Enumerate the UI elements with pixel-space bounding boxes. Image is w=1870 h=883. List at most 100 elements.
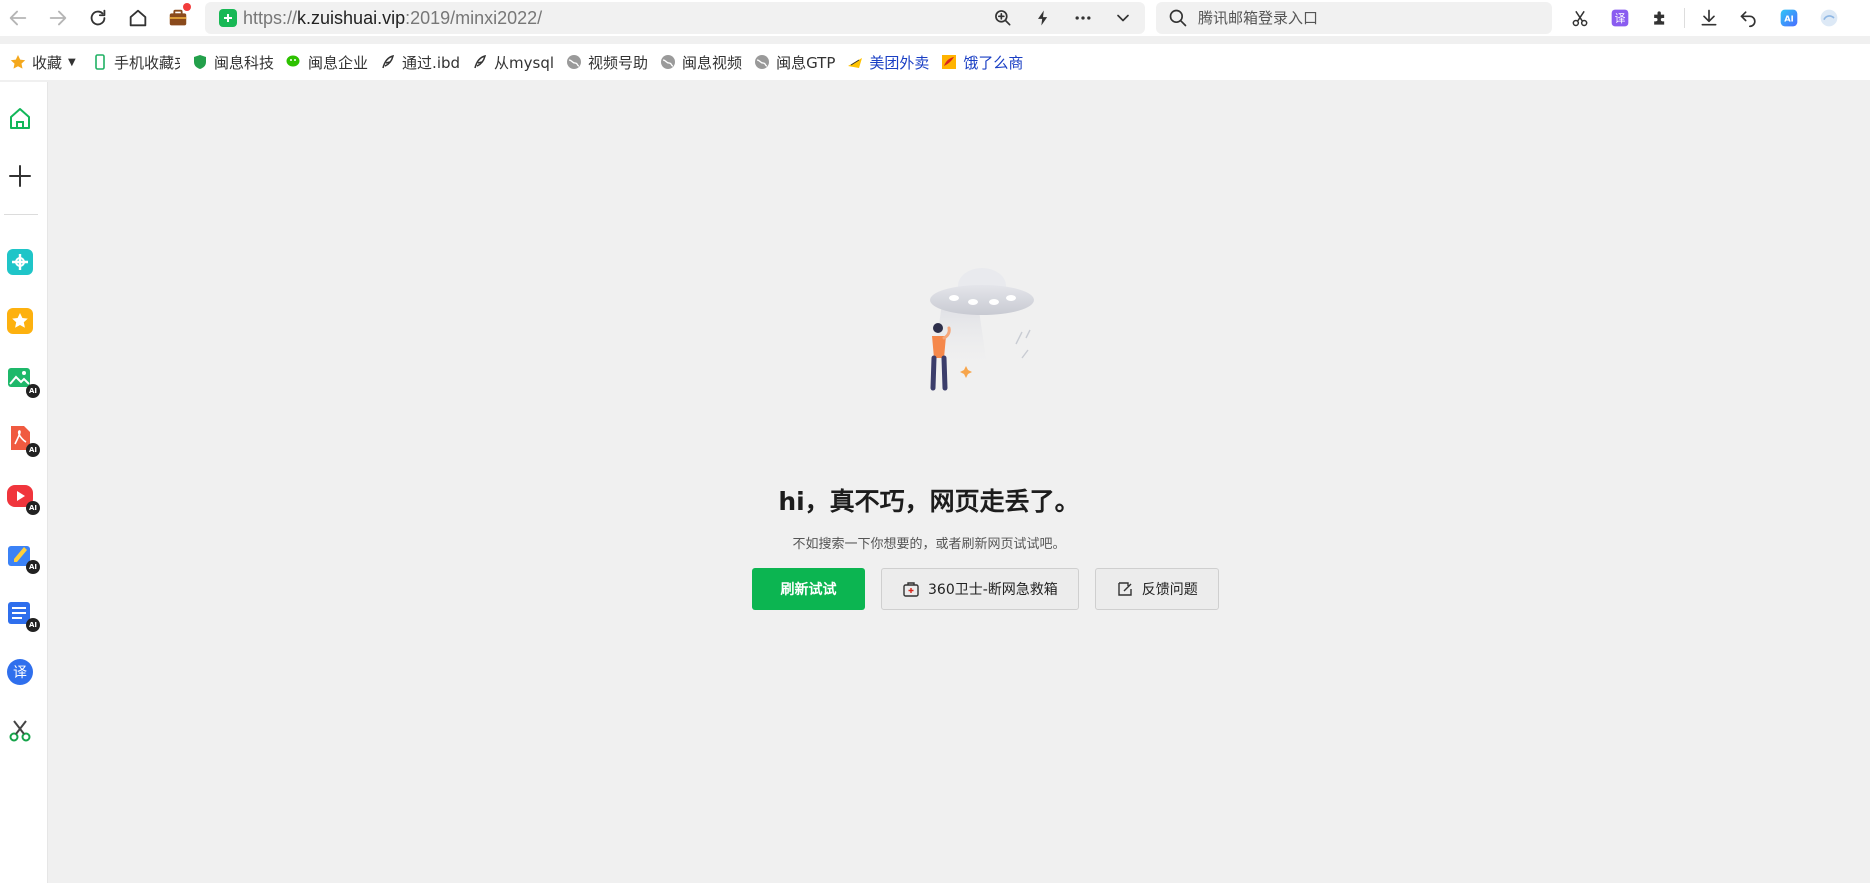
url-host: k.zuishuai.vip [297, 7, 406, 28]
feedback-label: 反馈问题 [1141, 582, 1198, 598]
bookmark-label: 闽息GTP [776, 53, 836, 72]
svg-text:译: 译 [13, 665, 27, 681]
rail-app-screenshot[interactable] [4, 714, 36, 746]
download-button[interactable] [1689, 0, 1729, 36]
address-bar[interactable]: https://k.zuishuai.vip:2019/minxi2022/ [205, 2, 1145, 34]
more-button[interactable] [1067, 2, 1099, 34]
eleme-icon [941, 54, 957, 70]
shield-icon [192, 54, 208, 70]
refresh-button[interactable]: 刷新试试 [752, 568, 865, 610]
bookmark-item[interactable]: 闽息企业 [280, 48, 374, 76]
rail-app-favorites[interactable] [4, 305, 36, 337]
ufo-light [1006, 295, 1016, 301]
bookmark-label: 视频号助 [588, 53, 649, 72]
ai-icon: AI [1780, 9, 1798, 27]
scissors-icon [9, 720, 31, 742]
bookmark-item[interactable]: 通过.ibd [374, 48, 466, 76]
rail-app-ai-image[interactable]: AI [4, 363, 40, 398]
rail-home-button[interactable] [4, 102, 36, 134]
home-icon [129, 9, 147, 27]
ufo-body [930, 285, 1034, 315]
feather-icon [380, 54, 396, 70]
zoom-button[interactable] [987, 2, 1019, 34]
ai-assistant-button[interactable]: AI [1769, 0, 1809, 36]
toolbox-icon [903, 582, 919, 597]
address-dropdown-button[interactable] [1107, 2, 1139, 34]
rail-app-ai-doc[interactable]: AI [4, 597, 40, 632]
extensions-button[interactable] [1640, 0, 1680, 36]
svg-text:AI: AI [1784, 13, 1794, 23]
chevron-down-icon [1117, 14, 1129, 22]
ufo-light [989, 299, 999, 305]
rail-app-ai-pdf[interactable]: AI [4, 422, 40, 457]
reload-icon [90, 9, 106, 26]
error-actions: 刷新试试 360卫士-断网急救箱 反馈问题 [752, 568, 1219, 610]
plus-icon [9, 165, 31, 187]
bookmark-item[interactable]: 美团外卖 [841, 48, 935, 76]
caret-down-icon[interactable]: ▼ [68, 57, 82, 68]
search-input[interactable] [1198, 9, 1538, 27]
ai-badge: AI [26, 443, 40, 457]
back-button[interactable] [0, 0, 38, 36]
url-text[interactable]: https://k.zuishuai.vip:2019/minxi2022/ [243, 8, 542, 29]
search-icon [1169, 9, 1187, 27]
account-button[interactable] [1809, 0, 1849, 36]
zoom-in-icon [995, 10, 1011, 26]
bookmarks-bar: 收藏 ▼ 手机收藏夹 闽息科技 闽息企业 通过.ibd 从mysql 视频号助 … [0, 44, 1870, 80]
translate-icon: 译 [7, 659, 33, 685]
browser-toolbar: https://k.zuishuai.vip:2019/minxi2022/ 译 [0, 0, 1870, 36]
bookmark-item[interactable]: 视频号助 [560, 48, 654, 76]
bookmark-label: 手机收藏夹 [114, 53, 180, 72]
wechat-icon [286, 54, 302, 70]
bookmark-label: 闽息视频 [682, 53, 743, 72]
reload-button[interactable] [78, 0, 118, 36]
arrow-left-icon [9, 10, 27, 26]
flow-app-icon [7, 249, 33, 275]
globe-icon [566, 54, 582, 70]
bookmark-item[interactable]: 闽息GTP [748, 48, 841, 76]
scissors-icon [1572, 10, 1588, 27]
toolbox-button[interactable] [158, 0, 198, 36]
home-button[interactable] [118, 0, 158, 36]
sparkle-lines [1015, 329, 1031, 359]
rail-divider [4, 214, 38, 215]
home-icon [10, 108, 30, 129]
globe-icon [660, 54, 676, 70]
bookmark-item[interactable]: 闽息科技 [186, 48, 280, 76]
rail-app-translate[interactable]: 译 [4, 656, 36, 688]
bookmark-item[interactable]: 从mysql [466, 48, 560, 76]
url-path: :2019/minxi2022/ [405, 7, 543, 28]
ai-badge: AI [26, 560, 40, 574]
rail-app-flow[interactable] [4, 246, 36, 278]
forward-button[interactable] [38, 0, 78, 36]
meituan-icon [847, 54, 863, 70]
ai-badge: AI [26, 384, 40, 398]
undo-close-button[interactable] [1729, 0, 1769, 36]
screenshot-button[interactable] [1560, 0, 1600, 36]
bookmark-item[interactable]: 闽息视频 [654, 48, 748, 76]
bookmark-item[interactable]: 手机收藏夹 [86, 48, 186, 76]
feather-icon [472, 54, 488, 70]
puzzle-icon [1654, 11, 1665, 25]
bookmark-favorites[interactable]: 收藏 [4, 48, 68, 76]
url-scheme: https:// [243, 7, 298, 28]
network-rescue-label: 360卫士-断网急救箱 [928, 582, 1058, 598]
bookmark-label: 美团外卖 [869, 53, 930, 72]
translate-button[interactable]: 译 [1600, 0, 1640, 36]
lightning-icon [1038, 10, 1048, 26]
ufo-light [968, 299, 978, 305]
bookmark-label: 闽息企业 [308, 53, 369, 72]
network-rescue-button[interactable]: 360卫士-断网急救箱 [881, 568, 1079, 610]
ai-badge: AI [26, 618, 40, 632]
bookmark-label: 收藏 [32, 53, 63, 72]
bookmark-label: 闽息科技 [214, 53, 275, 72]
bookmark-label: 饿了么商 [963, 53, 1024, 72]
rail-add-button[interactable] [4, 160, 36, 192]
speed-mode-button[interactable] [1027, 2, 1059, 34]
globe-icon [754, 54, 770, 70]
bookmark-item[interactable]: 饿了么商 [935, 48, 1029, 76]
search-bar[interactable] [1156, 2, 1552, 34]
feedback-button[interactable]: 反馈问题 [1094, 568, 1219, 610]
notification-dot [183, 3, 191, 11]
star-icon [10, 54, 26, 70]
